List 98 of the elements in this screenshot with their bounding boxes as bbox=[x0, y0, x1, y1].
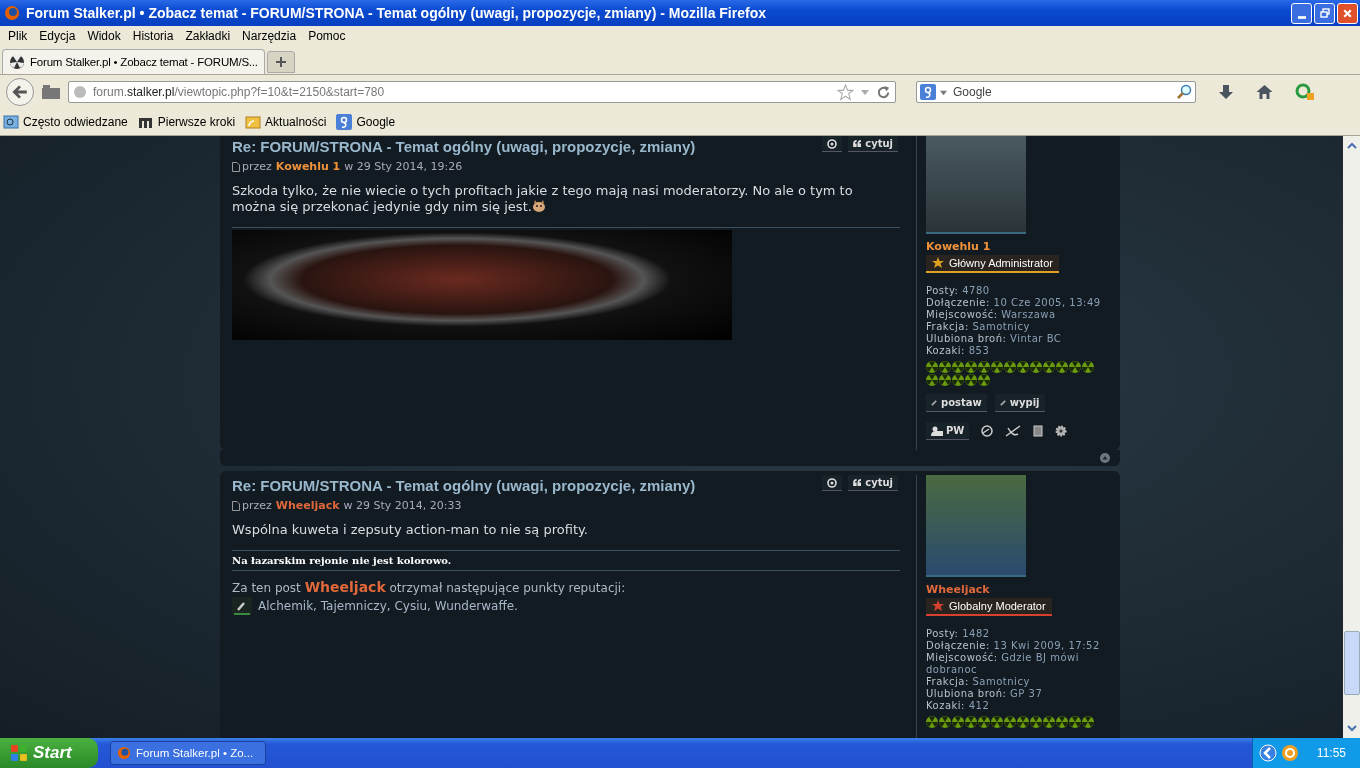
report-button[interactable] bbox=[822, 475, 843, 491]
rank-label: Główny Administrator bbox=[949, 257, 1053, 269]
address-field[interactable]: forum.stalker.pl/viewtopic.php?f=10&t=2150&start=780 bbox=[68, 81, 896, 103]
minimize-button[interactable] bbox=[1291, 2, 1312, 24]
person-icon bbox=[931, 425, 943, 436]
document-icon[interactable] bbox=[1033, 425, 1044, 437]
browser-logo-icon bbox=[4, 5, 20, 21]
private-message-button[interactable]: PW bbox=[926, 422, 970, 440]
quote-icon bbox=[853, 140, 863, 147]
target-icon bbox=[827, 477, 838, 488]
bottle-icon bbox=[931, 399, 938, 406]
tray-app-icon[interactable] bbox=[1280, 744, 1299, 762]
browser-logo-icon bbox=[117, 746, 131, 760]
window-title: Forum Stalker.pl • Zobacz temat - FORUM/STRONA - Temat ogólny (uwagi, propozycje, zmiany) - Mozilla Firefox bbox=[26, 5, 767, 21]
back-to-top-icon[interactable] bbox=[1100, 453, 1110, 463]
bookmark-item[interactable]: Pierwsze kroki bbox=[137, 114, 236, 130]
tab-label: Forum Stalker.pl • Zobacz temat - FORUM/S... bbox=[30, 56, 258, 68]
post-text: Szkoda tylko, że nie wiecie o tych profitach jakie z tego mają nasi moderatorzy. No ale o tym to można się przekonać jedynie gdy nim się jest. bbox=[232, 183, 854, 215]
browser-tab[interactable]: Forum Stalker.pl • Zobacz temat - FORUM/S... bbox=[2, 49, 265, 74]
profile-stat: Kozaki: 853 bbox=[926, 345, 991, 357]
profile-stat: Posty: 1482 bbox=[926, 628, 991, 640]
search-engine-icon[interactable] bbox=[920, 84, 936, 100]
reload-icon[interactable] bbox=[876, 84, 891, 100]
bottle-icon bbox=[999, 399, 1007, 406]
bookmark-item[interactable]: Aktualności bbox=[245, 114, 327, 130]
username[interactable]: Wheeljack bbox=[926, 583, 1111, 596]
menu-item[interactable]: Historia bbox=[128, 29, 182, 43]
search-icon[interactable] bbox=[1176, 84, 1192, 100]
scroll-thumb[interactable] bbox=[1344, 631, 1360, 695]
home-icon[interactable] bbox=[1256, 84, 1273, 100]
avatar-placeholder[interactable] bbox=[926, 136, 1026, 234]
post-text: Wspólna kuweta i zepsuty action-man to nie są profity. bbox=[232, 522, 589, 538]
report-button[interactable] bbox=[822, 136, 843, 152]
back-arrow-icon bbox=[11, 83, 29, 101]
menu-item[interactable]: Widok bbox=[83, 29, 129, 43]
profile-stat: Posty: 4780 bbox=[926, 285, 991, 297]
search-field[interactable]: Google bbox=[951, 84, 1172, 100]
quote-button[interactable]: cytuj bbox=[848, 136, 898, 152]
restore-icon bbox=[1319, 8, 1330, 18]
folder-icon[interactable] bbox=[42, 85, 60, 99]
profile-stat: Frakcja: Samotnicy bbox=[926, 321, 1031, 333]
search-engine-icon bbox=[336, 114, 353, 130]
post-meta: przez Wheeljack w 29 Sty 2014, 20:33 bbox=[232, 499, 900, 512]
menu-item[interactable]: Narzędzia bbox=[238, 29, 305, 43]
folder-icon bbox=[3, 114, 19, 130]
minimize-icon bbox=[1297, 15, 1306, 19]
clock: 11:55 bbox=[1316, 746, 1346, 760]
close-button[interactable] bbox=[1337, 2, 1358, 24]
dropdown-icon[interactable] bbox=[940, 88, 947, 96]
profile-stat: Ulubiona broń: GP 37 bbox=[926, 688, 1044, 700]
scrollbar-track[interactable] bbox=[1343, 136, 1360, 738]
search-bar[interactable]: Google bbox=[916, 81, 1196, 103]
profile-stat: Ulubiona broń: Vintar BC bbox=[926, 333, 1063, 345]
gear-icon[interactable] bbox=[1055, 425, 1068, 437]
post-title[interactable]: Re: FORUM/STRONA - Temat ogólny (uwagi, propozycje, zmiany) bbox=[232, 136, 696, 155]
chevron-icon[interactable] bbox=[1258, 744, 1277, 762]
profile-stat: Miejscowość: Warszawa bbox=[926, 309, 1057, 321]
post-icon bbox=[232, 500, 240, 511]
profile-stat: Dołączenie: 10 Cze 2005, 13:49 bbox=[926, 297, 1102, 309]
windows-logo-icon bbox=[10, 744, 28, 762]
dropdown-icon[interactable] bbox=[860, 87, 870, 97]
new-tab-button[interactable] bbox=[266, 51, 295, 73]
menu-item[interactable]: Zakładki bbox=[181, 29, 239, 43]
globe-icon bbox=[73, 85, 87, 99]
target-icon bbox=[827, 138, 838, 149]
radiation-icon bbox=[9, 54, 25, 70]
menu-item[interactable]: Edycja bbox=[35, 29, 84, 43]
rank-label: Globalny Moderator bbox=[949, 600, 1046, 612]
profile-stat: Kozaki: 412 bbox=[926, 700, 991, 712]
star-icon[interactable] bbox=[837, 83, 854, 101]
reputation-users: Alchemik, Tajemniczy, Cysiu, Wunderwaffe. bbox=[258, 599, 518, 613]
restore-button[interactable] bbox=[1314, 2, 1335, 24]
taskbar-button[interactable]: Forum Stalker.pl • Zo... bbox=[110, 741, 266, 765]
menu-item[interactable]: Pomoc bbox=[304, 29, 354, 43]
post-meta: przez Kowehlu 1 w 29 Sty 2014, 19:26 bbox=[232, 160, 900, 173]
download-icon[interactable] bbox=[1218, 84, 1234, 100]
profile-stat: Miejscowość: Gdzie BJ mówi dobranoc bbox=[926, 652, 1080, 676]
bottle-icon bbox=[232, 597, 252, 615]
reputation-text: Za ten post Wheeljack otrzymał następujące punkty reputacji: bbox=[232, 579, 627, 595]
action-button[interactable]: wypij bbox=[994, 394, 1045, 412]
quote-button[interactable]: cytuj bbox=[848, 475, 898, 491]
signature-text: Na łazarskim rejonie nie jest kolorowo. bbox=[232, 553, 900, 571]
plus-icon bbox=[274, 56, 287, 68]
quote-icon bbox=[853, 479, 863, 486]
bookmark-item[interactable]: Google bbox=[336, 114, 396, 130]
menu-item[interactable]: Plik bbox=[4, 29, 36, 43]
username[interactable]: Kowehlu 1 bbox=[926, 240, 1111, 253]
post-icon bbox=[232, 161, 240, 172]
back-button[interactable] bbox=[6, 78, 34, 106]
bookmark-item[interactable]: Często odwiedzane bbox=[3, 114, 128, 130]
dog-emoticon-icon bbox=[531, 200, 546, 212]
post-title[interactable]: Re: FORUM/STRONA - Temat ogólny (uwagi, propozycje, zmiany) bbox=[232, 475, 696, 494]
feed-icon bbox=[245, 114, 262, 130]
close-icon bbox=[1342, 7, 1353, 19]
profile-stat: Dołączenie: 13 Kwi 2009, 17:52 bbox=[926, 640, 1101, 652]
action-button[interactable]: postaw bbox=[926, 394, 987, 412]
addon-icon[interactable] bbox=[1295, 83, 1315, 101]
profile-stat: Frakcja: Samotnicy bbox=[926, 676, 1031, 688]
